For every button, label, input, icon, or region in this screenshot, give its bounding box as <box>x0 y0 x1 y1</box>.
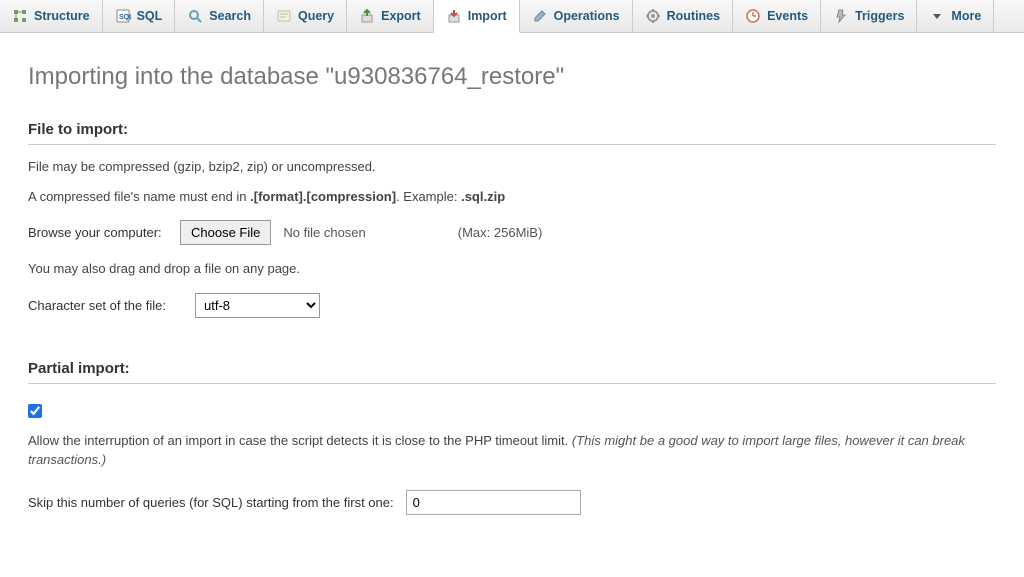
skip-queries-input[interactable] <box>406 490 581 515</box>
tab-import[interactable]: Import <box>434 0 520 33</box>
file-status: No file chosen <box>283 225 365 240</box>
main-content: Importing into the database "u930836764_… <box>0 33 1024 577</box>
operations-icon <box>532 8 548 24</box>
partial-import-section: Partial import: Allow the interruption o… <box>28 360 996 529</box>
choose-file-button[interactable]: Choose File <box>180 220 271 245</box>
allow-interruption-text: Allow the interruption of an import in c… <box>28 431 996 470</box>
skip-queries-label: Skip this number of queries (for SQL) st… <box>28 495 394 510</box>
allow-interruption-checkbox[interactable] <box>28 404 42 418</box>
charset-select[interactable]: utf-8 <box>195 293 320 318</box>
tab-events[interactable]: Events <box>733 0 821 32</box>
more-icon <box>929 8 945 24</box>
tab-more[interactable]: More <box>917 0 994 32</box>
browse-row: Browse your computer: Choose File No fil… <box>28 220 996 245</box>
tab-sql[interactable]: SQL SQL <box>103 0 176 32</box>
tab-label: Search <box>209 9 251 23</box>
search-icon <box>187 8 203 24</box>
structure-icon <box>12 8 28 24</box>
max-size-label: (Max: 256MiB) <box>458 225 543 240</box>
tab-label: Import <box>468 9 507 23</box>
events-icon <box>745 8 761 24</box>
browse-label: Browse your computer: <box>28 225 168 240</box>
tab-routines[interactable]: Routines <box>633 0 733 32</box>
allow-interruption-row <box>28 404 996 421</box>
skip-queries-row: Skip this number of queries (for SQL) st… <box>28 490 996 515</box>
tab-label: Export <box>381 9 421 23</box>
tab-query[interactable]: Query <box>264 0 347 32</box>
tab-triggers[interactable]: Triggers <box>821 0 917 32</box>
routines-icon <box>645 8 661 24</box>
tab-label: Triggers <box>855 9 904 23</box>
drag-drop-note: You may also drag and drop a file on any… <box>28 259 996 279</box>
query-icon <box>276 8 292 24</box>
tab-structure[interactable]: Structure <box>0 0 103 32</box>
tab-bar: Structure SQL SQL Search Query Export Import Op… <box>0 0 1024 33</box>
import-icon <box>446 8 462 24</box>
tab-label: More <box>951 9 981 23</box>
sql-icon: SQL <box>115 8 131 24</box>
charset-label: Character set of the file: <box>28 298 183 313</box>
tab-label: Query <box>298 9 334 23</box>
triggers-icon <box>833 8 849 24</box>
filename-format-note: A compressed file's name must end in .[f… <box>28 187 996 207</box>
page-title: Importing into the database "u930836764_… <box>28 63 996 91</box>
tab-label: Routines <box>667 9 720 23</box>
file-section-legend: File to import: <box>28 121 996 145</box>
charset-row: Character set of the file: utf-8 <box>28 293 996 318</box>
svg-text:SQL: SQL <box>119 14 131 21</box>
tab-label: Events <box>767 9 808 23</box>
partial-section-legend: Partial import: <box>28 360 996 384</box>
export-icon <box>359 8 375 24</box>
tab-label: Operations <box>554 9 620 23</box>
file-to-import-section: File to import: File may be compressed (… <box>28 121 996 332</box>
tab-search[interactable]: Search <box>175 0 264 32</box>
tab-label: SQL <box>137 9 163 23</box>
tab-label: Structure <box>34 9 90 23</box>
tab-operations[interactable]: Operations <box>520 0 633 32</box>
compress-note: File may be compressed (gzip, bzip2, zip… <box>28 157 996 177</box>
tab-export[interactable]: Export <box>347 0 434 32</box>
